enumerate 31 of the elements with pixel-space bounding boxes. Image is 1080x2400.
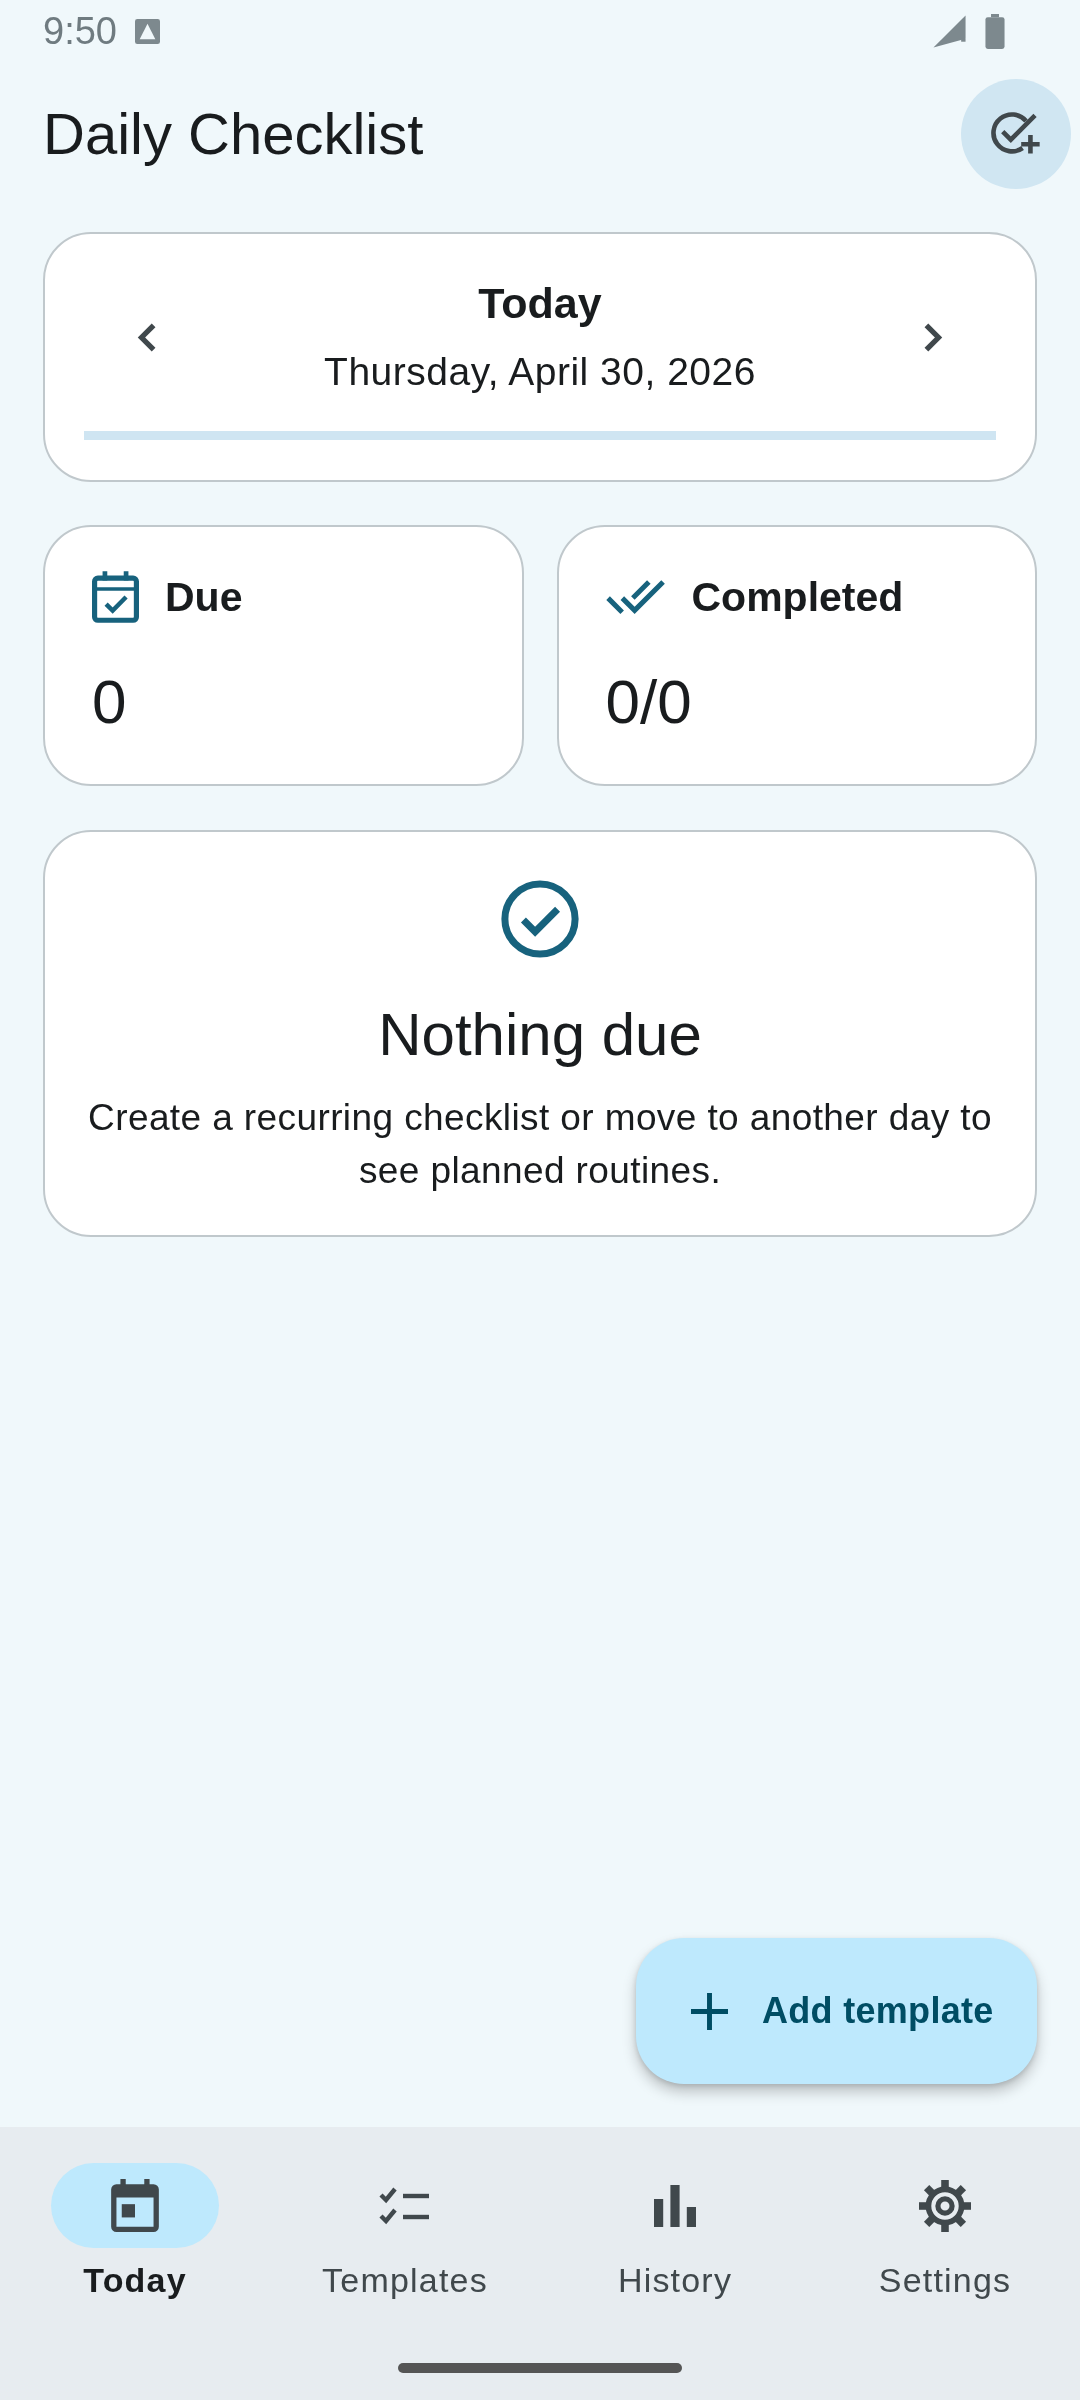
stat-label: Completed: [691, 573, 904, 622]
check-plus-icon: [990, 111, 1042, 157]
chevron-right-icon: [922, 321, 944, 353]
stat-label: Due: [165, 573, 243, 622]
next-day-button[interactable]: [922, 321, 944, 353]
check-circle-icon: [501, 880, 579, 958]
checklist-icon: [379, 2185, 431, 2226]
empty-state-title: Nothing due: [378, 1000, 702, 1070]
double-check-icon: [605, 580, 666, 614]
status-time: 9:50: [43, 9, 117, 53]
nav-tab[interactable]: Settings: [810, 2163, 1080, 2302]
calendar-check-icon: [92, 571, 139, 623]
app-title: Daily Checklist: [43, 100, 424, 168]
bar-chart-icon: [654, 2184, 696, 2227]
calendar-icon: [111, 2179, 159, 2232]
nav-tab[interactable]: Today: [0, 2163, 270, 2302]
stat-value: 0/0: [605, 666, 692, 738]
chevron-left-icon: [136, 321, 158, 353]
picture-icon: [134, 18, 160, 44]
battery-icon: [985, 13, 1005, 49]
add-template-button[interactable]: Add template: [636, 1938, 1037, 2084]
empty-state-message: Create a recurring checklist or move to another day to see planned routines.: [87, 1096, 993, 1193]
settings-icon: [919, 2179, 971, 2232]
stat-value: 0: [92, 666, 127, 738]
nav-tab[interactable]: Templates: [270, 2163, 540, 2302]
date-heading: Today: [478, 278, 602, 329]
nav-tab[interactable]: History: [540, 2163, 810, 2302]
plus-icon: [691, 1992, 728, 2030]
date-label: Thursday, April 30, 2026: [324, 349, 756, 395]
previous-day-button[interactable]: [136, 321, 158, 353]
signal-icon: [932, 13, 967, 49]
